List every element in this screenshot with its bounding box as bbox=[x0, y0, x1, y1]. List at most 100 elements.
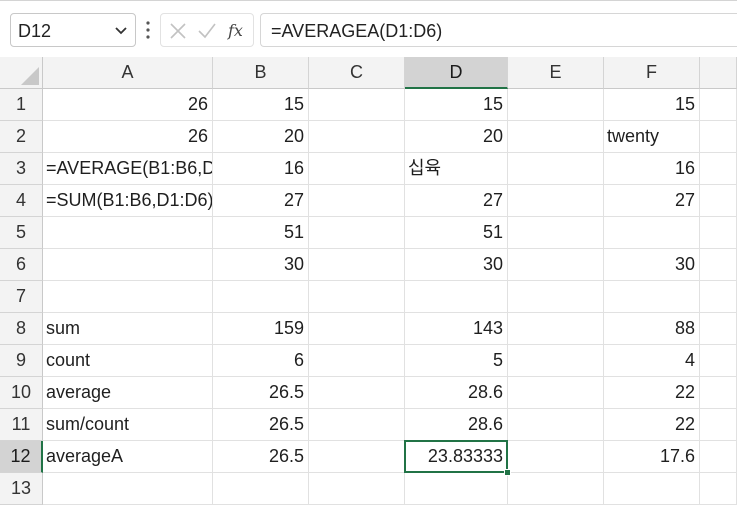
cell-a12[interactable]: averageA bbox=[43, 441, 213, 473]
cell-d10[interactable]: 28.6 bbox=[405, 377, 508, 409]
cell-b1[interactable]: 15 bbox=[213, 89, 309, 121]
cell-b12[interactable]: 26.5 bbox=[213, 441, 309, 473]
cell-e6[interactable] bbox=[508, 249, 604, 281]
cell-d1[interactable]: 15 bbox=[405, 89, 508, 121]
cell-g4[interactable] bbox=[700, 185, 737, 217]
check-icon[interactable] bbox=[197, 22, 217, 40]
cell-f2[interactable]: twenty bbox=[604, 121, 700, 153]
cell-f1[interactable]: 15 bbox=[604, 89, 700, 121]
cell-c9[interactable] bbox=[309, 345, 405, 377]
cell-c10[interactable] bbox=[309, 377, 405, 409]
cell-a9[interactable]: count bbox=[43, 345, 213, 377]
cell-d13[interactable] bbox=[405, 473, 508, 505]
cell-g13[interactable] bbox=[700, 473, 737, 505]
cell-g11[interactable] bbox=[700, 409, 737, 441]
cell-b4[interactable]: 27 bbox=[213, 185, 309, 217]
cell-g10[interactable] bbox=[700, 377, 737, 409]
cell-a1[interactable]: 26 bbox=[43, 89, 213, 121]
column-header-a[interactable]: A bbox=[43, 57, 213, 89]
cell-a10[interactable]: average bbox=[43, 377, 213, 409]
row-header-6[interactable]: 6 bbox=[0, 249, 43, 281]
cell-b10[interactable]: 26.5 bbox=[213, 377, 309, 409]
cell-c11[interactable] bbox=[309, 409, 405, 441]
cell-e5[interactable] bbox=[508, 217, 604, 249]
cell-c12[interactable] bbox=[309, 441, 405, 473]
row-header-10[interactable]: 10 bbox=[0, 377, 43, 409]
cell-e12[interactable] bbox=[508, 441, 604, 473]
fill-handle[interactable] bbox=[504, 469, 511, 476]
cell-b2[interactable]: 20 bbox=[213, 121, 309, 153]
cell-e13[interactable] bbox=[508, 473, 604, 505]
column-header-d[interactable]: D bbox=[405, 57, 508, 89]
cell-d7[interactable] bbox=[405, 281, 508, 313]
cell-c2[interactable] bbox=[309, 121, 405, 153]
cell-f13[interactable] bbox=[604, 473, 700, 505]
cell-c7[interactable] bbox=[309, 281, 405, 313]
cell-e7[interactable] bbox=[508, 281, 604, 313]
x-icon[interactable] bbox=[169, 22, 187, 40]
cell-f12[interactable]: 17.6 bbox=[604, 441, 700, 473]
cell-c6[interactable] bbox=[309, 249, 405, 281]
cell-a3[interactable]: =AVERAGE(B1:B6,D1:D6) bbox=[43, 153, 213, 185]
chevron-down-icon[interactable] bbox=[113, 22, 129, 38]
cell-e4[interactable] bbox=[508, 185, 604, 217]
cell-a13[interactable] bbox=[43, 473, 213, 505]
cell-b8[interactable]: 159 bbox=[213, 313, 309, 345]
fx-icon[interactable]: fx bbox=[227, 21, 247, 41]
cell-d8[interactable]: 143 bbox=[405, 313, 508, 345]
cell-g12[interactable] bbox=[700, 441, 737, 473]
row-header-2[interactable]: 2 bbox=[0, 121, 43, 153]
cell-c1[interactable] bbox=[309, 89, 405, 121]
cell-a5[interactable] bbox=[43, 217, 213, 249]
cell-d6[interactable]: 30 bbox=[405, 249, 508, 281]
cell-b7[interactable] bbox=[213, 281, 309, 313]
cell-e9[interactable] bbox=[508, 345, 604, 377]
cell-f9[interactable]: 4 bbox=[604, 345, 700, 377]
cell-g3[interactable] bbox=[700, 153, 737, 185]
cell-b6[interactable]: 30 bbox=[213, 249, 309, 281]
cell-g9[interactable] bbox=[700, 345, 737, 377]
cell-e10[interactable] bbox=[508, 377, 604, 409]
cell-g8[interactable] bbox=[700, 313, 737, 345]
row-header-4[interactable]: 4 bbox=[0, 185, 43, 217]
cell-d3[interactable]: 십육 bbox=[405, 153, 508, 185]
kebab-icon[interactable] bbox=[145, 18, 151, 42]
cell-a7[interactable] bbox=[43, 281, 213, 313]
row-header-12[interactable]: 12 bbox=[0, 441, 43, 473]
cell-d5[interactable]: 51 bbox=[405, 217, 508, 249]
cell-a4[interactable]: =SUM(B1:B6,D1:D6) bbox=[43, 185, 213, 217]
row-header-1[interactable]: 1 bbox=[0, 89, 43, 121]
column-header-e[interactable]: E bbox=[508, 57, 604, 89]
cell-b5[interactable]: 51 bbox=[213, 217, 309, 249]
cell-f8[interactable]: 88 bbox=[604, 313, 700, 345]
row-header-3[interactable]: 3 bbox=[0, 153, 43, 185]
cell-c3[interactable] bbox=[309, 153, 405, 185]
cell-f3[interactable]: 16 bbox=[604, 153, 700, 185]
cell-c5[interactable] bbox=[309, 217, 405, 249]
cell-c4[interactable] bbox=[309, 185, 405, 217]
cell-b9[interactable]: 6 bbox=[213, 345, 309, 377]
column-header-c[interactable]: C bbox=[309, 57, 405, 89]
cell-d11[interactable]: 28.6 bbox=[405, 409, 508, 441]
cell-e2[interactable] bbox=[508, 121, 604, 153]
cell-c8[interactable] bbox=[309, 313, 405, 345]
cell-g1[interactable] bbox=[700, 89, 737, 121]
row-header-7[interactable]: 7 bbox=[0, 281, 43, 313]
row-header-5[interactable]: 5 bbox=[0, 217, 43, 249]
cell-b13[interactable] bbox=[213, 473, 309, 505]
row-header-13[interactable]: 13 bbox=[0, 473, 43, 505]
formula-input[interactable]: =AVERAGEA(D1:D6) bbox=[260, 13, 737, 47]
cell-a11[interactable]: sum/count bbox=[43, 409, 213, 441]
cell-d2[interactable]: 20 bbox=[405, 121, 508, 153]
row-header-8[interactable]: 8 bbox=[0, 313, 43, 345]
cell-d4[interactable]: 27 bbox=[405, 185, 508, 217]
cell-d9[interactable]: 5 bbox=[405, 345, 508, 377]
row-header-9[interactable]: 9 bbox=[0, 345, 43, 377]
cell-e8[interactable] bbox=[508, 313, 604, 345]
name-box[interactable]: D12 bbox=[10, 13, 136, 47]
column-header-f[interactable]: F bbox=[604, 57, 700, 89]
cell-e1[interactable] bbox=[508, 89, 604, 121]
cell-f5[interactable] bbox=[604, 217, 700, 249]
row-header-11[interactable]: 11 bbox=[0, 409, 43, 441]
column-header-b[interactable]: B bbox=[213, 57, 309, 89]
